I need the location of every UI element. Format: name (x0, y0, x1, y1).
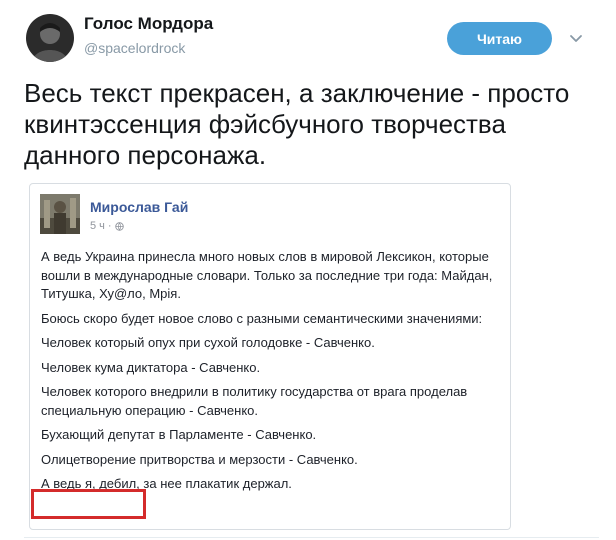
fb-post-screenshot: Мирослав Гай 5 ч · А ведь Украина принес… (29, 183, 511, 530)
author-handle[interactable]: @spacelordrock (84, 40, 185, 56)
fb-paragraph: А ведь Украина принесла много новых слов… (41, 249, 493, 301)
globe-icon (114, 221, 124, 231)
fb-paragraph: Олицетворение притворства и мерзости - С… (41, 451, 358, 467)
fb-author-name: Мирослав Гай (90, 199, 189, 215)
author-name[interactable]: Голос Мордора (84, 14, 213, 34)
fb-paragraph: Человек кума диктатора - Савченко. (41, 359, 261, 375)
fb-avatar (40, 194, 80, 234)
highlight-box (31, 489, 146, 519)
fb-post-time: 5 ч (90, 220, 105, 232)
fb-paragraph: Бухающий депутат в Парламенте - Савченко… (41, 427, 317, 442)
fb-paragraph: Человек которого внедрили в политику гос… (41, 384, 468, 418)
follow-button[interactable]: Читаю (447, 22, 552, 55)
fb-paragraph: Человек который опух при сухой голодовке… (41, 335, 375, 350)
fb-post-meta: 5 ч · (90, 220, 124, 232)
fb-paragraph: Боюсь скоро будет новое слово с разными … (41, 310, 483, 326)
divider (24, 537, 599, 538)
chevron-down-icon[interactable] (566, 28, 586, 48)
avatar[interactable] (26, 14, 74, 62)
tweet-text: Весь текст прекрасен, а заключение - про… (24, 78, 570, 170)
fb-post-body: А ведь Украина принесла много новых слов… (41, 248, 506, 500)
